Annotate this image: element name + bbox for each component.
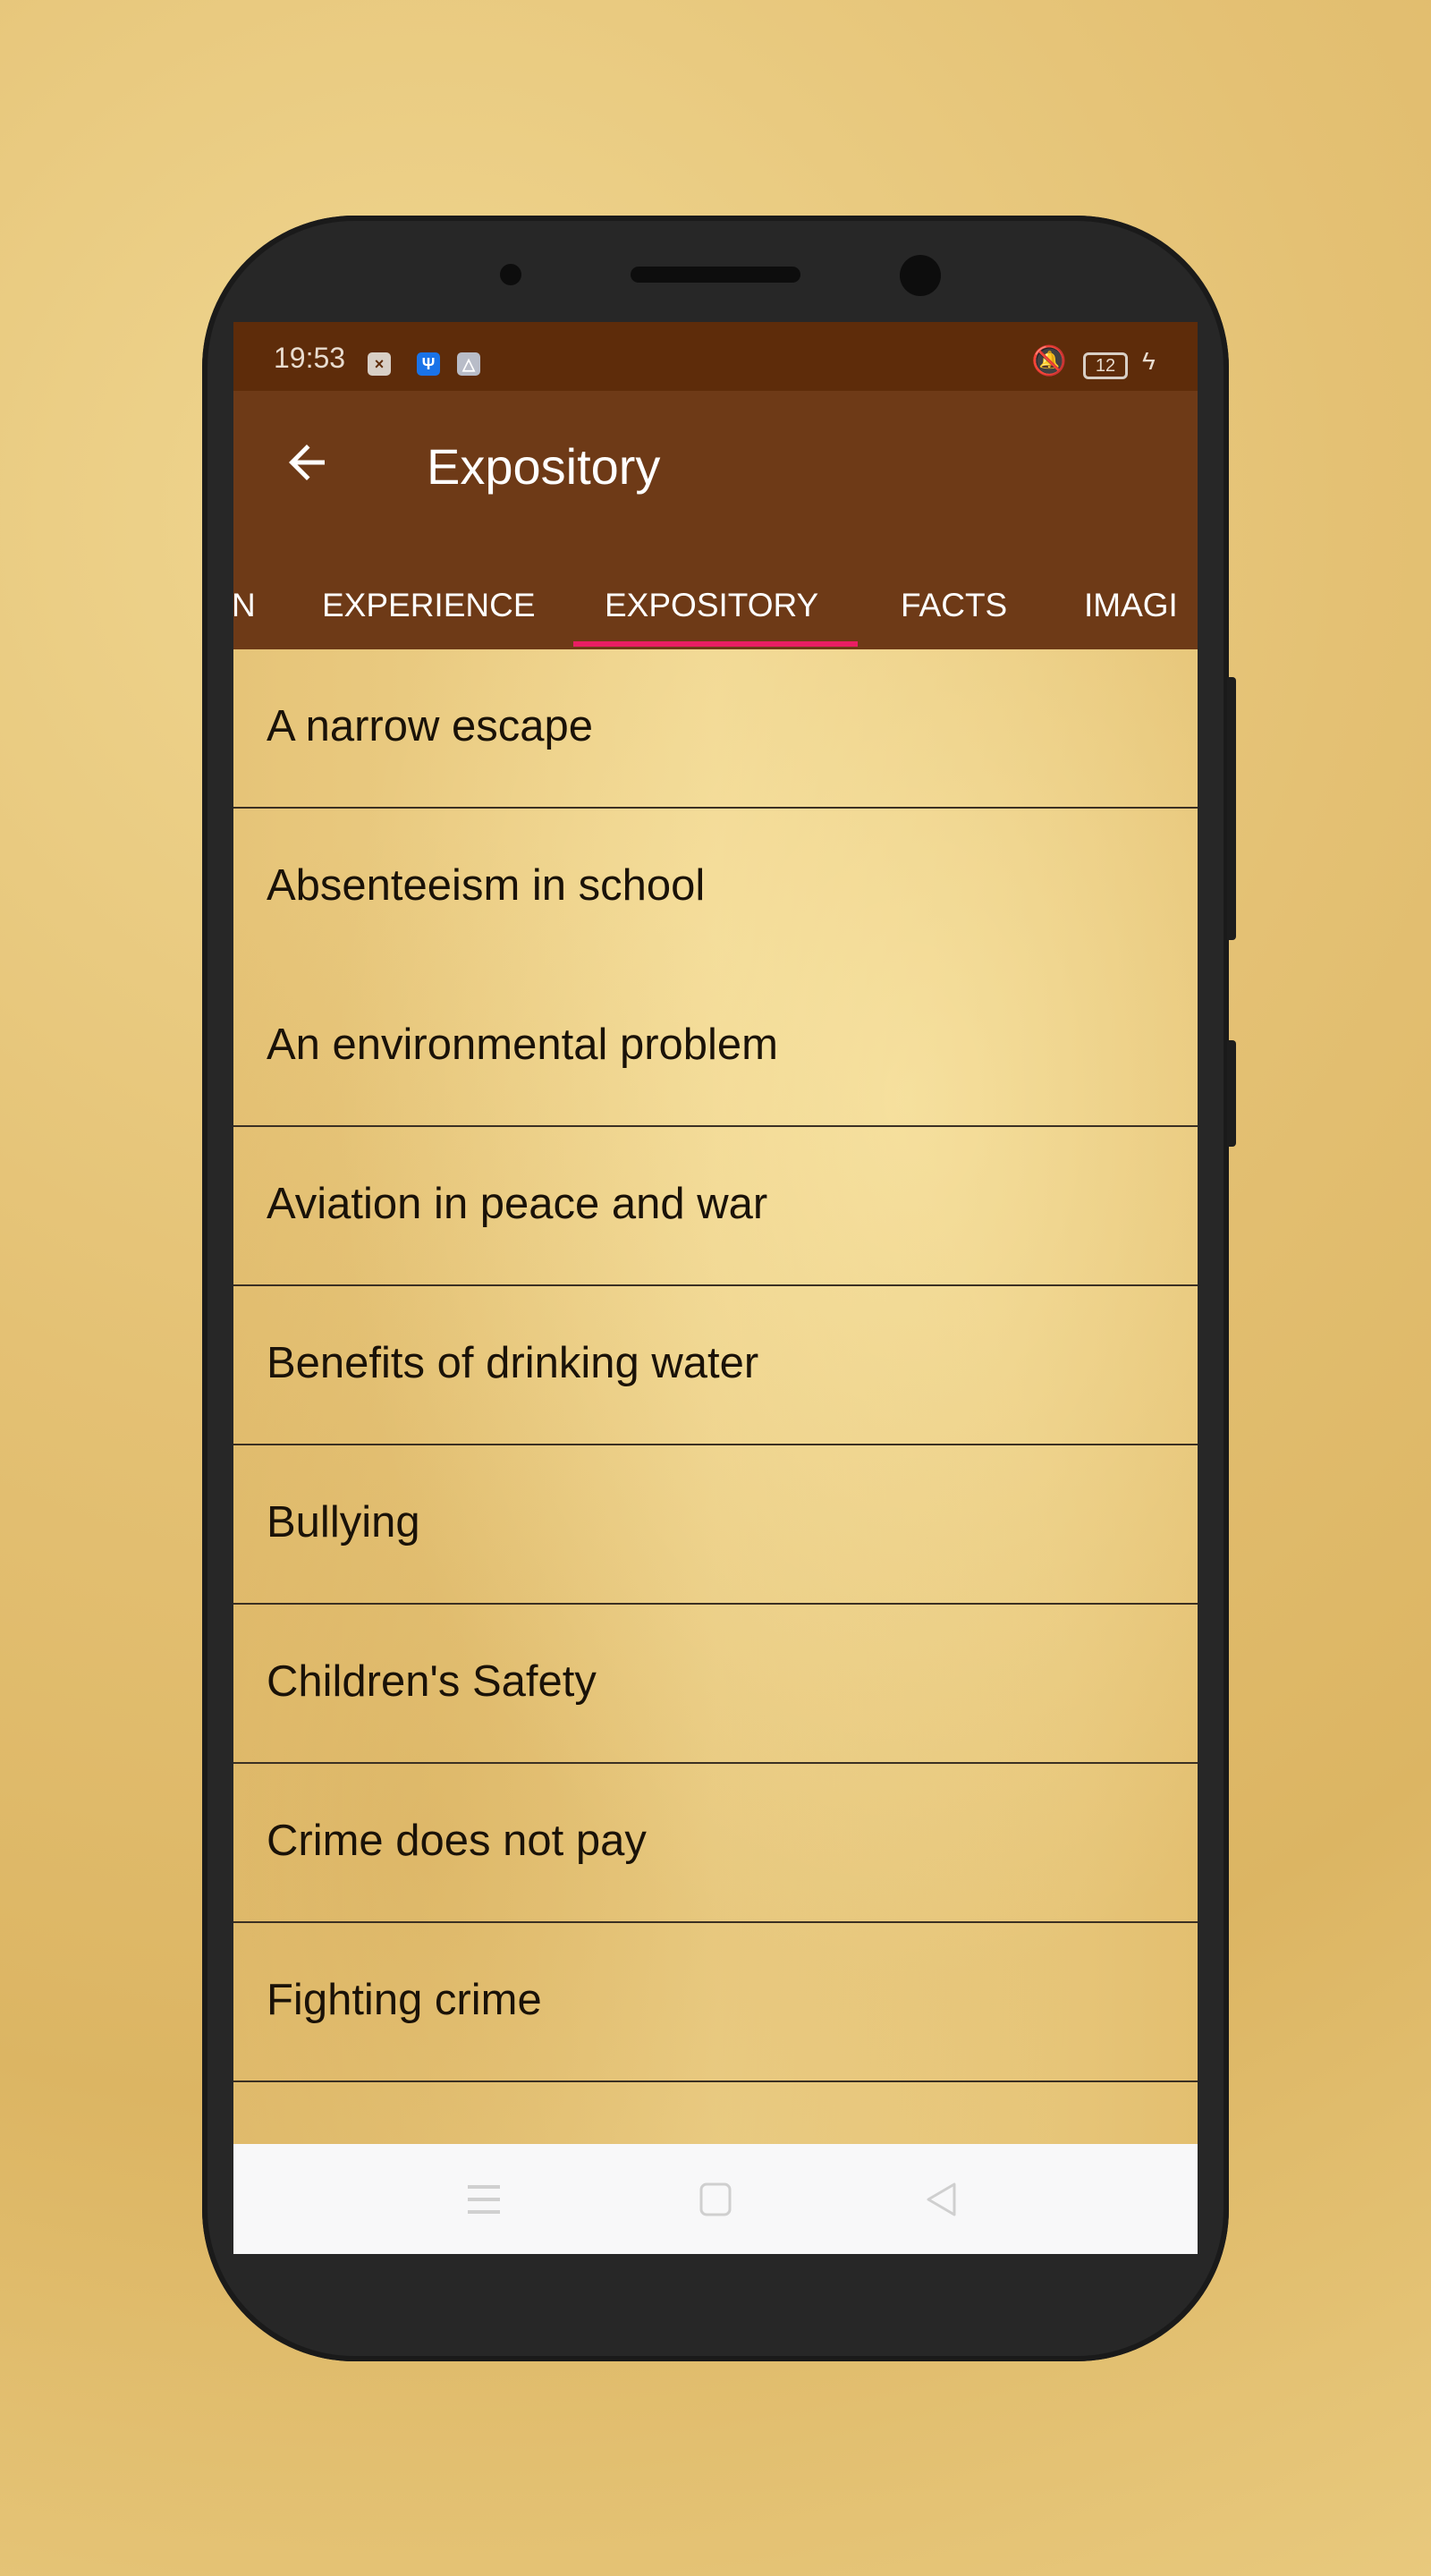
list-item[interactable]: Benefits of drinking water <box>233 1286 1198 1445</box>
list-item-label: A narrow escape <box>267 702 593 750</box>
list-item-label: Benefits of drinking water <box>267 1339 759 1387</box>
list-item-label: Bullying <box>267 1498 420 1546</box>
sim-error-icon: × <box>368 352 391 376</box>
list-item[interactable]: An environmental problem <box>233 968 1198 1127</box>
system-nav-bar <box>233 2144 1198 2254</box>
network-share-icon: △ <box>457 352 480 376</box>
tab-indicator <box>573 641 858 647</box>
list-item-label: Aviation in peace and war <box>267 1180 768 1228</box>
list-item-label: Children's Safety <box>267 1657 597 1706</box>
charging-icon: ϟ <box>1142 347 1156 375</box>
status-bar: 19:53 × Ψ △ 🔕 12 ϟ <box>233 322 1198 391</box>
screen: 19:53 × Ψ △ 🔕 12 ϟ Expository N EXPERIEN… <box>233 322 1198 2254</box>
home-icon[interactable] <box>699 2182 732 2217</box>
status-time: 19:53 <box>274 342 346 374</box>
app-bar: Expository N EXPERIENCE EXPOSITORY FACTS… <box>233 391 1198 649</box>
menu-icon[interactable] <box>466 2183 502 2216</box>
list-item-label: Absenteeism in school <box>267 861 706 910</box>
list-item[interactable]: Bullying <box>233 1445 1198 1605</box>
list-item[interactable]: Crime does not pay <box>233 1764 1198 1923</box>
volume-button <box>1227 677 1236 940</box>
page-title: Expository <box>427 438 661 495</box>
sensor <box>500 264 521 285</box>
list-item-label: An environmental problem <box>267 1021 778 1069</box>
essay-list: A narrow escape Absenteeism in school An… <box>233 649 1198 2144</box>
tab-experience[interactable]: EXPERIENCE <box>322 587 536 624</box>
tab-partial-left[interactable]: N <box>233 587 256 624</box>
back-triangle-icon[interactable] <box>924 2182 960 2217</box>
list-item-label: Crime does not pay <box>267 1817 647 1865</box>
tab-imaginative[interactable]: IMAGI <box>1084 587 1178 624</box>
list-item[interactable]: Children's Safety <box>233 1605 1198 1764</box>
arrow-left-icon[interactable] <box>280 436 334 489</box>
tab-facts[interactable]: FACTS <box>901 587 1007 624</box>
list-item[interactable]: Aviation in peace and war <box>233 1127 1198 1286</box>
usb-icon: Ψ <box>417 352 440 376</box>
vibrate-silent-icon: 🔕 <box>1031 344 1067 377</box>
list-item[interactable]: A narrow escape <box>233 649 1198 809</box>
speaker <box>631 267 800 283</box>
power-button <box>1227 1040 1236 1147</box>
tab-expository[interactable]: EXPOSITORY <box>605 587 818 624</box>
battery-icon: 12 <box>1083 352 1128 379</box>
list-item[interactable]: Absenteeism in school <box>233 809 1198 968</box>
front-camera <box>900 255 941 296</box>
list-item[interactable]: Fighting crime <box>233 1923 1198 2082</box>
list-item-label: Fighting crime <box>267 1976 542 2024</box>
